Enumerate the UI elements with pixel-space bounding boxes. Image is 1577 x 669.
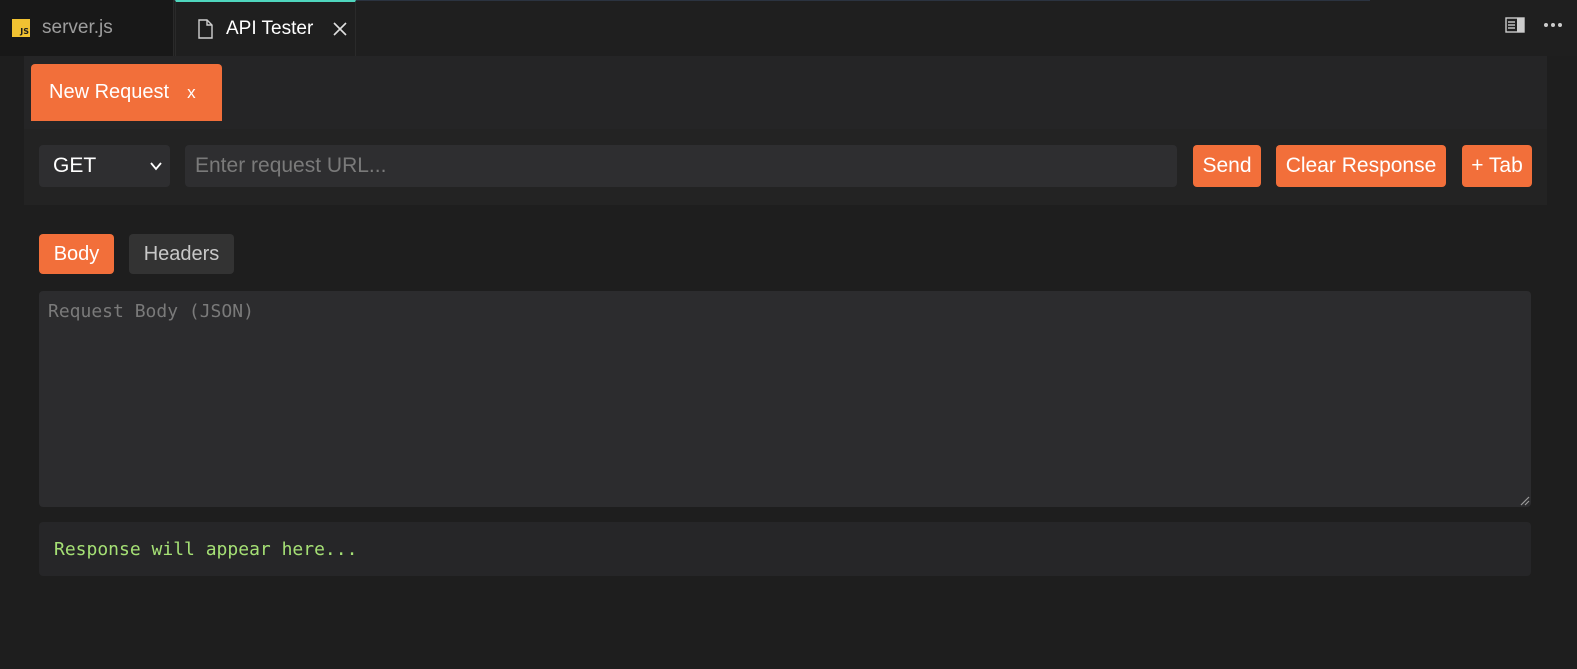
method-value: GET bbox=[53, 154, 97, 177]
request-body-input[interactable] bbox=[39, 291, 1531, 507]
split-editor-icon[interactable] bbox=[1505, 16, 1525, 34]
request-tabs-bar: New Request x bbox=[24, 56, 1547, 129]
editor-tab-bar: JS server.js API Tester bbox=[0, 0, 1577, 56]
editor-actions bbox=[1505, 16, 1563, 34]
chevron-down-icon bbox=[150, 162, 162, 171]
editor-tab-api-tester[interactable]: API Tester bbox=[175, 0, 356, 56]
tab-headers[interactable]: Headers bbox=[129, 234, 234, 274]
url-input[interactable] bbox=[185, 145, 1177, 187]
method-select[interactable]: GET bbox=[39, 145, 170, 187]
file-icon bbox=[198, 19, 213, 39]
request-tab-new-request[interactable]: New Request x bbox=[31, 64, 222, 121]
editor-tab-server-js[interactable]: JS server.js bbox=[0, 0, 174, 56]
editor-tab-label: server.js bbox=[42, 17, 113, 38]
response-panel: Response will appear here... bbox=[39, 522, 1531, 576]
tab-body[interactable]: Body bbox=[39, 234, 114, 274]
clear-response-button[interactable]: Clear Response bbox=[1276, 145, 1446, 187]
editor-tab-label: API Tester bbox=[226, 18, 314, 39]
close-icon[interactable] bbox=[331, 20, 349, 38]
more-actions-icon[interactable] bbox=[1543, 16, 1563, 34]
response-text: Response will appear here... bbox=[54, 538, 358, 560]
send-button[interactable]: Send bbox=[1193, 145, 1261, 187]
resize-handle-icon[interactable] bbox=[1518, 494, 1530, 506]
js-file-icon: JS bbox=[12, 19, 30, 37]
url-bar: GET Send Clear Response + Tab bbox=[24, 129, 1547, 205]
request-tab-close-button[interactable]: x bbox=[187, 83, 196, 103]
add-tab-button[interactable]: + Tab bbox=[1462, 145, 1532, 187]
request-tab-label: New Request bbox=[49, 81, 170, 103]
